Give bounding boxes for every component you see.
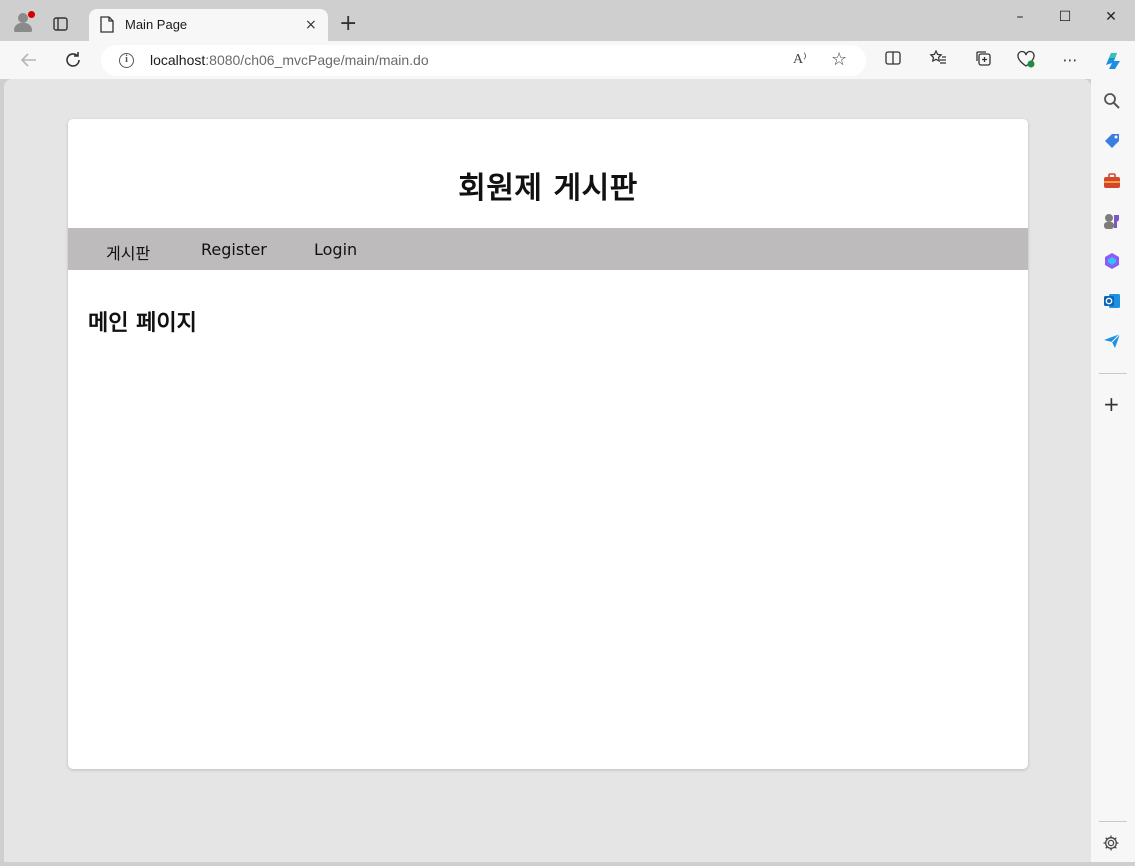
games-icon[interactable] xyxy=(1102,211,1122,231)
tab-title: Main Page xyxy=(125,17,188,32)
refresh-icon[interactable] xyxy=(62,49,84,71)
tools-icon[interactable] xyxy=(1102,171,1122,191)
page-heading: 메인 페이지 xyxy=(88,311,197,336)
add-icon[interactable]: + xyxy=(1103,394,1120,414)
tab-actions-icon[interactable] xyxy=(48,12,72,36)
url-path: :8080/ch06_mvcPage/main/main.do xyxy=(205,52,429,68)
close-window-button[interactable]: ✕ xyxy=(1096,6,1126,28)
main-menu: 게시판 Register Login xyxy=(68,228,1028,270)
shopping-tag-icon[interactable] xyxy=(1102,131,1122,151)
read-aloud-icon[interactable]: A⁾ xyxy=(793,51,807,68)
more-menu-icon[interactable]: ⋯ xyxy=(1059,49,1081,71)
copilot-icon[interactable] xyxy=(1102,49,1122,69)
menu-item-register[interactable]: Register xyxy=(201,240,267,259)
menu-item-board[interactable]: 게시판 xyxy=(106,240,150,264)
split-screen-icon[interactable] xyxy=(882,49,904,71)
window-bottom-edge xyxy=(0,862,1135,866)
site-info-icon[interactable]: i xyxy=(119,53,134,68)
url-host: localhost xyxy=(150,52,206,68)
sidebar-divider xyxy=(1099,821,1127,822)
page-container: 회원제 게시판 게시판 Register Login 메인 페이지 xyxy=(68,119,1028,769)
menu-item-login[interactable]: Login xyxy=(314,240,357,259)
browser-essentials-icon[interactable] xyxy=(1015,49,1037,71)
maximize-button[interactable]: ☐ xyxy=(1050,6,1080,28)
favorite-star-icon[interactable]: ☆ xyxy=(831,49,847,70)
browser-toolbar: i localhost:8080/ch06_mvcPage/main/main.… xyxy=(0,41,1135,79)
back-icon[interactable] xyxy=(18,49,40,71)
new-tab-button[interactable]: + xyxy=(339,13,357,35)
profile-avatar-icon[interactable] xyxy=(12,11,35,33)
send-icon[interactable] xyxy=(1102,331,1122,351)
url-text[interactable]: localhost:8080/ch06_mvcPage/main/main.do xyxy=(150,52,429,68)
tab-close-icon[interactable]: × xyxy=(305,17,317,33)
edge-sidebar: + xyxy=(1091,53,1135,866)
settings-icon[interactable] xyxy=(1102,834,1122,854)
microsoft365-icon[interactable] xyxy=(1102,251,1122,271)
collections-icon[interactable] xyxy=(972,49,994,71)
favorites-icon[interactable] xyxy=(927,49,949,71)
browser-tab-strip: Main Page × + – ☐ ✕ xyxy=(0,0,1135,41)
sidebar-divider xyxy=(1099,373,1127,374)
search-icon[interactable] xyxy=(1102,91,1122,111)
page-icon xyxy=(100,16,114,37)
address-bar[interactable]: i localhost:8080/ch06_mvcPage/main/main.… xyxy=(101,45,866,76)
minimize-button[interactable]: – xyxy=(1005,6,1035,28)
outlook-icon[interactable] xyxy=(1102,291,1122,311)
site-title: 회원제 게시판 xyxy=(458,171,638,206)
page-viewport: 회원제 게시판 게시판 Register Login 메인 페이지 xyxy=(4,79,1091,862)
tab-main-page[interactable]: Main Page × xyxy=(89,9,328,41)
